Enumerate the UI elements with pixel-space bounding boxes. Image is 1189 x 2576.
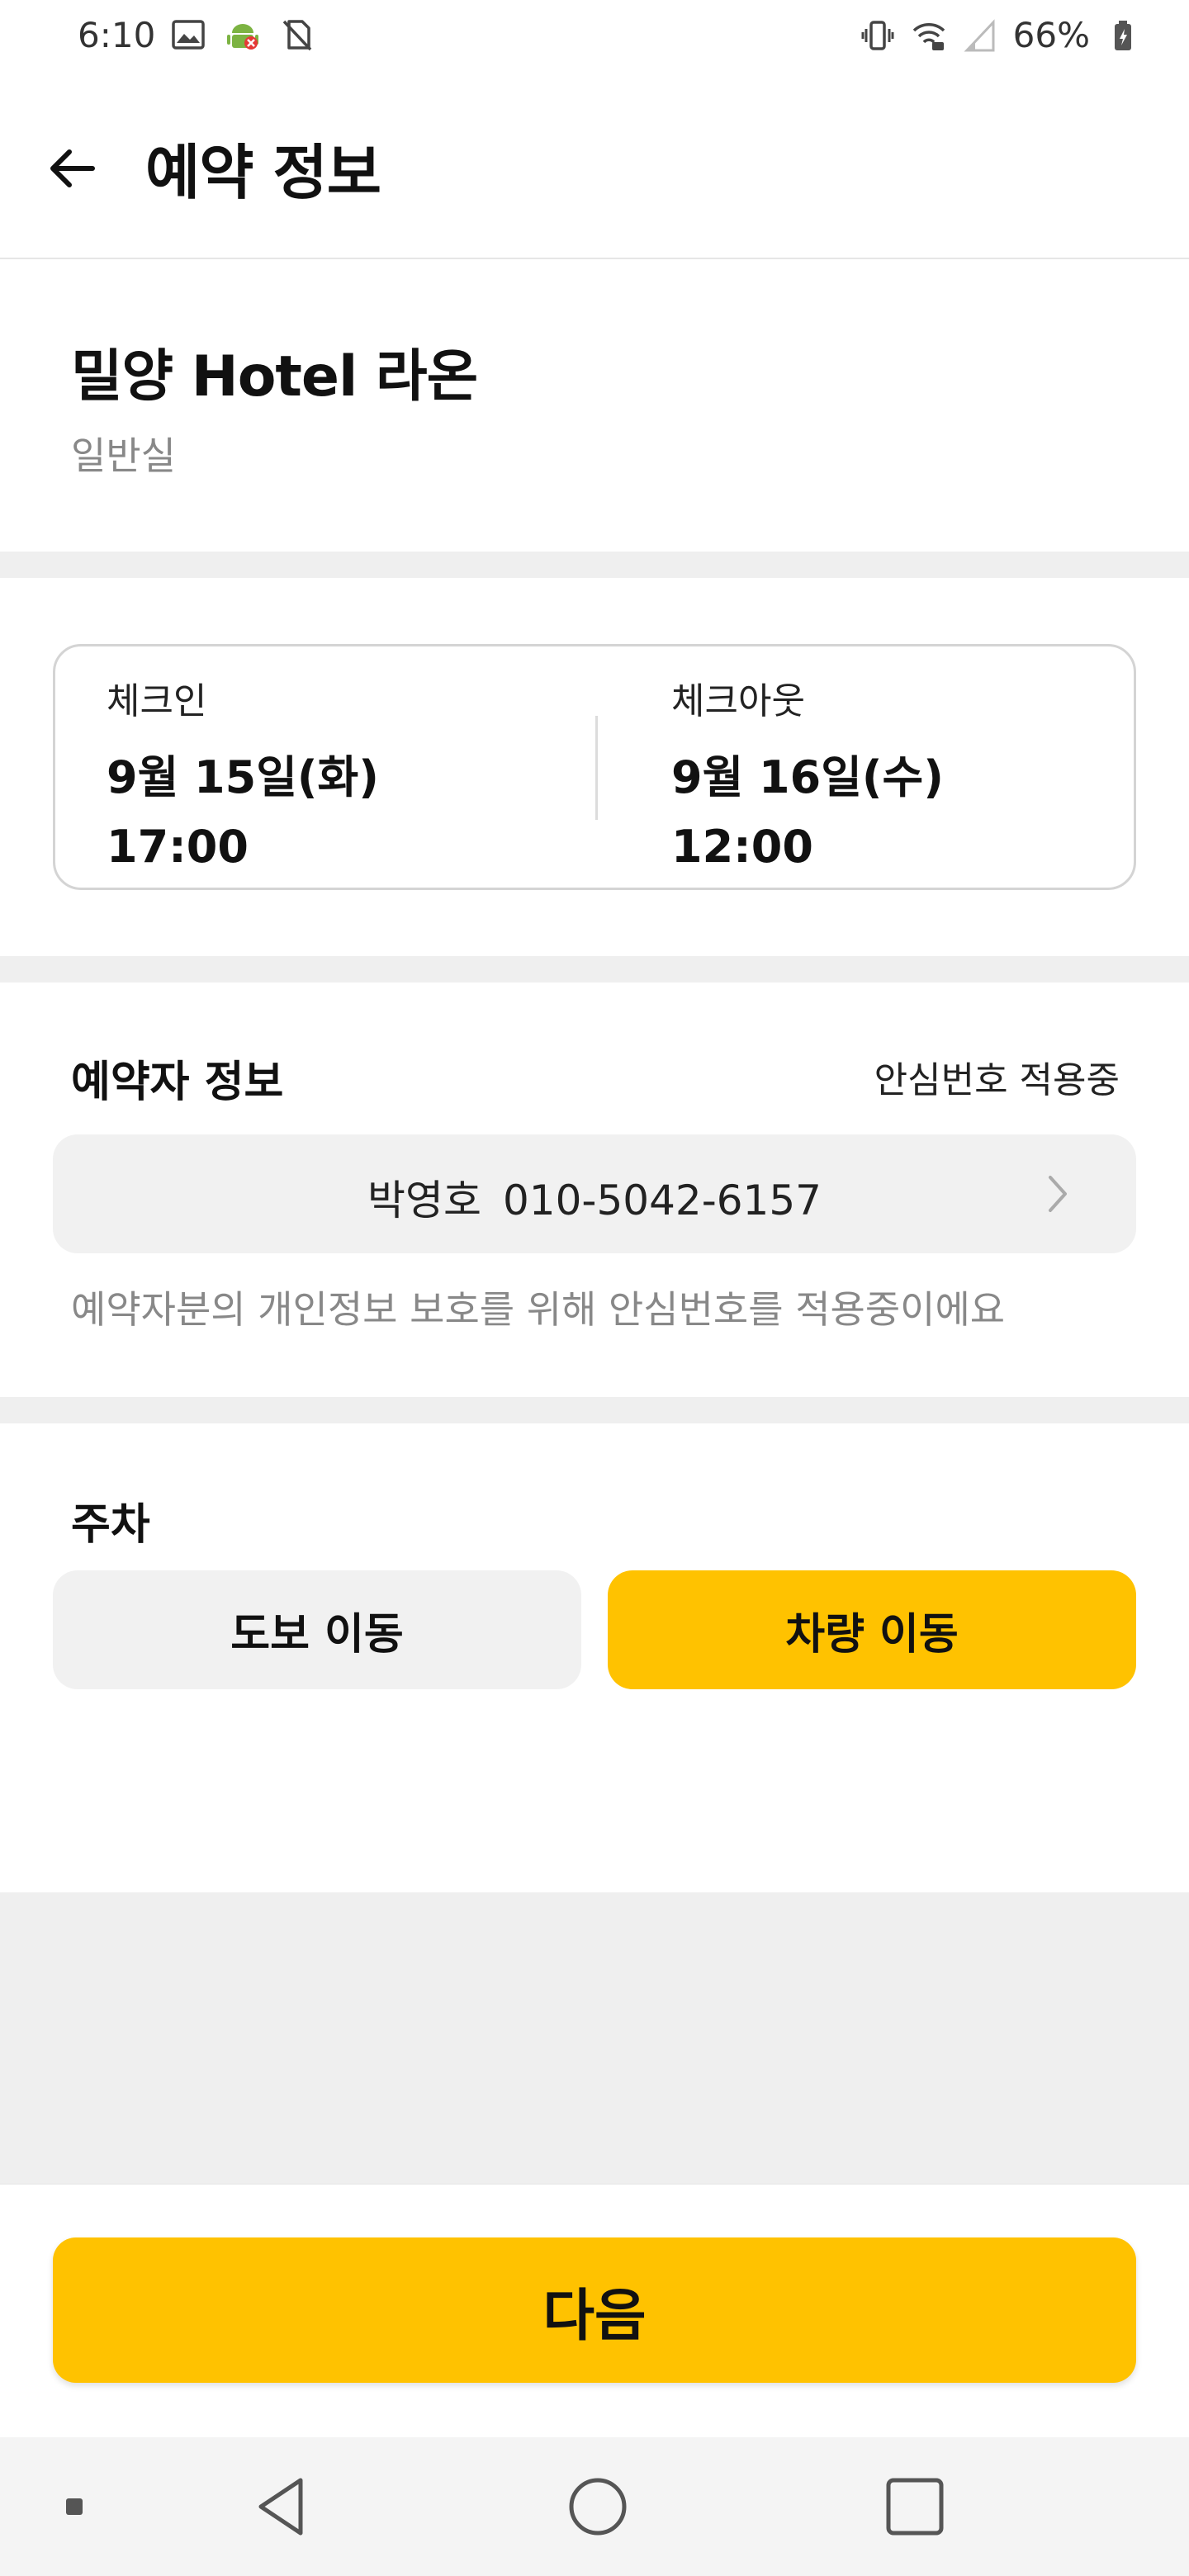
parking-options: 도보 이동 차량 이동 bbox=[53, 1570, 1136, 1689]
stay-section: 체크인 9월 15일(화) 17:00 체크아웃 9월 16일(수) 12:00 bbox=[0, 578, 1189, 956]
square-recents-icon bbox=[886, 2478, 944, 2536]
status-time: 6:10 bbox=[78, 15, 156, 55]
checkout-column: 체크아웃 9월 16일(수) 12:00 bbox=[671, 671, 944, 873]
triangle-back-icon bbox=[258, 2478, 303, 2536]
system-nav-bar bbox=[0, 2437, 1189, 2576]
status-left-icons bbox=[170, 17, 315, 53]
circle-home-icon bbox=[569, 2478, 627, 2536]
status-right-icons: 66% bbox=[860, 15, 1141, 55]
signal-icon bbox=[964, 18, 995, 51]
nav-extra-button[interactable] bbox=[33, 2465, 116, 2548]
no-sim-icon bbox=[282, 20, 312, 51]
checkout-time: 12:00 bbox=[671, 821, 813, 873]
chevron-right-icon bbox=[1049, 1176, 1067, 1212]
section-divider bbox=[0, 552, 1189, 578]
battery-icon bbox=[1115, 20, 1131, 50]
parking-title: 주차 bbox=[71, 1500, 150, 1550]
android-debug-icon bbox=[227, 24, 258, 50]
nav-home-button[interactable] bbox=[557, 2465, 639, 2548]
checkout-date: 9월 16일(수) bbox=[671, 751, 944, 803]
back-button[interactable] bbox=[38, 134, 107, 203]
wifi-icon bbox=[912, 22, 945, 50]
checkout-label: 체크아웃 bbox=[671, 680, 805, 722]
bottom-action-bar: 다음 bbox=[0, 2183, 1189, 2437]
vibrate-icon bbox=[861, 20, 894, 50]
next-button[interactable]: 다음 bbox=[53, 2237, 1136, 2383]
parking-option-walk[interactable]: 도보 이동 bbox=[53, 1570, 581, 1689]
nav-recents-button[interactable] bbox=[874, 2465, 956, 2548]
image-icon bbox=[172, 20, 205, 50]
page-title: 예약 정보 bbox=[145, 138, 381, 207]
booker-contact-field[interactable]: 박영호 010-5042-6157 bbox=[53, 1134, 1136, 1253]
hotel-section: 밀양 Hotel 라온 일반실 bbox=[0, 261, 1189, 552]
checkin-time: 17:00 bbox=[107, 821, 249, 873]
room-type: 일반실 bbox=[71, 433, 176, 478]
booker-name: 박영호 bbox=[367, 1177, 481, 1224]
stay-divider bbox=[595, 716, 598, 820]
booker-section: 예약자 정보 안심번호 적용중 박영호 010-5042-6157 예약자분의 개… bbox=[0, 983, 1189, 1397]
parking-option-car[interactable]: 차량 이동 bbox=[608, 1570, 1136, 1689]
booker-phone: 010-5042-6157 bbox=[502, 1177, 822, 1224]
section-divider bbox=[0, 1397, 1189, 1423]
booker-contact-text: 박영호 010-5042-6157 bbox=[53, 1167, 1136, 1227]
stay-card: 체크인 9월 15일(화) 17:00 체크아웃 9월 16일(수) 12:00 bbox=[53, 644, 1136, 890]
booker-title: 예약자 정보 bbox=[71, 1058, 284, 1107]
checkin-column: 체크인 9월 15일(화) 17:00 bbox=[107, 671, 379, 873]
privacy-note: 예약자분의 개인정보 보호를 위해 안심번호를 적용중이에요 bbox=[71, 1287, 1006, 1332]
checkin-label: 체크인 bbox=[107, 680, 207, 722]
arrow-left-icon bbox=[50, 149, 95, 187]
battery-percent: 66% bbox=[1012, 15, 1090, 55]
checkin-date: 9월 15일(화) bbox=[107, 751, 379, 803]
parking-section: 주차 도보 이동 차량 이동 bbox=[0, 1423, 1189, 1892]
small-square-icon bbox=[66, 2498, 83, 2515]
section-divider bbox=[0, 956, 1189, 983]
safe-number-label: 안심번호 적용중 bbox=[874, 1059, 1120, 1101]
hotel-name: 밀양 Hotel 라온 bbox=[71, 344, 478, 410]
empty-area bbox=[0, 1892, 1189, 2183]
nav-back-button[interactable] bbox=[241, 2465, 324, 2548]
app-header: 예약 정보 bbox=[0, 73, 1189, 259]
status-bar: 6:10 66% bbox=[0, 0, 1189, 73]
